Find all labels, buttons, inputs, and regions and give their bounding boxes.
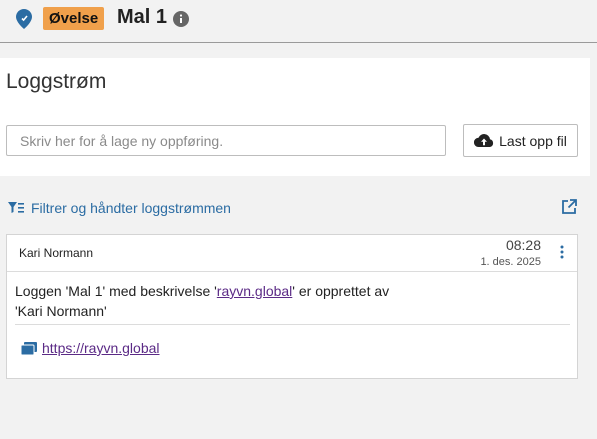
status-badge: Øvelse [43,7,105,30]
filter-icon [8,201,24,213]
filter-link[interactable]: Filtrer og håndter loggstrømmen [8,198,231,218]
cloud-upload-icon [474,133,494,147]
entry-date: 1. des. 2025 [480,256,541,268]
entry-message: Loggen 'Mal 1' med beskrivelse 'rayvn.gl… [15,281,415,321]
message-link[interactable]: rayvn.global [217,283,293,299]
message-prefix: Loggen 'Mal 1' med beskrivelse ' [15,283,217,299]
attachment-row: https://rayvn.global [21,340,160,356]
link-card-icon [21,341,37,355]
attachment-link[interactable]: https://rayvn.global [42,340,160,356]
entry-time: 08:28 [505,237,541,253]
entry-divider [15,324,570,325]
filter-label: Filtrer og håndter loggstrømmen [31,200,231,216]
log-entry-card: Kari Normann 08:28 1. des. 2025 Loggen '… [6,234,578,379]
kebab-menu-icon[interactable] [559,244,565,260]
page-title: Mal 1 [117,6,168,28]
location-pin-icon [16,9,32,29]
info-icon[interactable] [173,11,189,27]
top-bar: Øvelse Mal 1 [0,0,597,43]
panel-title: Loggstrøm [6,70,107,93]
new-entry-input[interactable] [6,125,446,156]
entry-header: Kari Normann 08:28 1. des. 2025 [7,235,577,272]
log-stream-panel: Loggstrøm Last opp fil [0,58,590,176]
external-link-icon[interactable] [561,199,577,215]
entry-author: Kari Normann [19,246,94,260]
upload-file-button[interactable]: Last opp fil [463,124,578,157]
upload-file-label: Last opp fil [499,132,567,149]
